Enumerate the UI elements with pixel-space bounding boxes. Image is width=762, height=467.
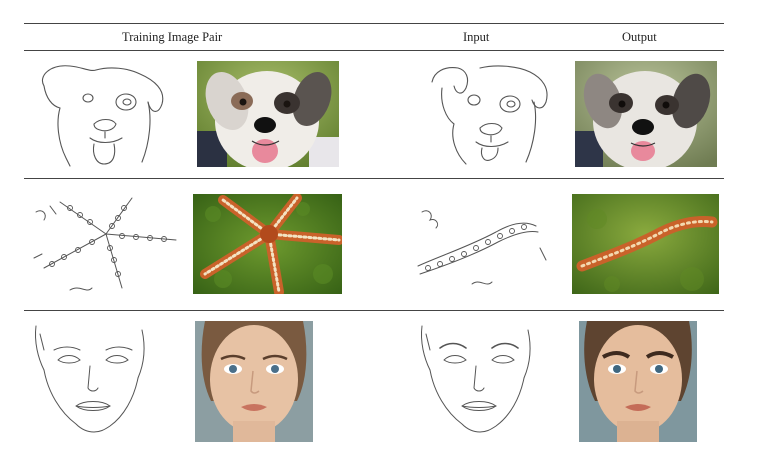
face-output-photo: [579, 321, 697, 442]
dog-training-photo: [197, 61, 339, 167]
starfish-training-sketch: [30, 188, 180, 300]
face-training-sketch: [30, 320, 160, 442]
dog-training-sketch: [30, 58, 180, 170]
face-training-photo: [195, 321, 313, 442]
header-input: Input: [463, 30, 490, 44]
face-input-sketch: [416, 320, 546, 442]
starfish-training-photo: [193, 194, 342, 294]
dog-output-photo: [575, 61, 717, 167]
header-training-image-pair: Training Image Pair: [122, 30, 223, 44]
row-divider-1: [24, 178, 724, 179]
table-header-rule: [24, 50, 724, 51]
starfish-input-sketch: [410, 196, 560, 300]
table-top-rule: [24, 23, 724, 24]
row-divider-2: [24, 310, 724, 311]
header-output: Output: [622, 30, 657, 44]
dog-input-sketch: [422, 58, 572, 170]
starfish-output-photo: [572, 194, 719, 294]
